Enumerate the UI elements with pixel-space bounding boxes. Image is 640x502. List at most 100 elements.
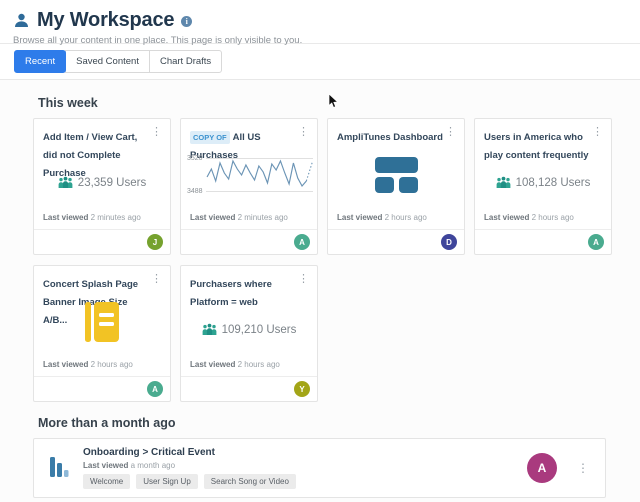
- last-viewed-label: Last viewed: [43, 360, 88, 369]
- content-card[interactable]: Users in America who play content freque…: [474, 118, 612, 255]
- card-footer: Y: [181, 376, 317, 401]
- card-title-line: Purchasers where Platform = web: [190, 274, 310, 310]
- tab-saved-content[interactable]: Saved Content: [65, 50, 150, 73]
- last-viewed-label: Last viewed: [190, 213, 235, 222]
- notebook-icon: [83, 300, 121, 344]
- y-min-label: 3488: [187, 188, 203, 195]
- users-group-icon: [202, 323, 217, 336]
- avatar: A: [294, 234, 310, 250]
- card-title: Add Item / View Cart, did not Complete P…: [43, 132, 137, 179]
- last-viewed-time: 2 minutes ago: [91, 213, 141, 222]
- tag-list: WelcomeUser Sign UpSearch Song or Video: [83, 474, 519, 489]
- card-preview: [34, 300, 170, 349]
- copy-of-badge: COPY OF: [190, 131, 230, 144]
- content-card[interactable]: COPY OFAll US Purchases ⋮ 35203488 Last …: [180, 118, 318, 255]
- content-card[interactable]: Purchasers where Platform = web ⋮ 109,21…: [180, 265, 318, 402]
- avatar: D: [441, 234, 457, 250]
- card-footer: A: [181, 229, 317, 254]
- tag-pill: User Sign Up: [136, 474, 198, 489]
- last-viewed-time: 2 hours ago: [385, 213, 427, 222]
- card-title: Purchasers where Platform = web: [190, 279, 272, 308]
- stat-value: 108,128 Users: [516, 177, 591, 189]
- card-last-viewed: Last viewed 2 hours ago: [43, 360, 133, 369]
- card-preview: 23,359 Users: [34, 176, 170, 189]
- funnel-chart-icon: [50, 457, 69, 480]
- content-card[interactable]: Concert Splash Page Banner Image Size A/…: [33, 265, 171, 402]
- page-title: My Workspace: [37, 9, 174, 32]
- card-last-viewed: Last viewed 2 hours ago: [337, 213, 427, 222]
- avatar: A: [588, 234, 604, 250]
- list-item-last-viewed: Last viewed a month ago: [83, 461, 519, 470]
- card-preview: 109,210 Users: [181, 323, 317, 336]
- card-title-line: Add Item / View Cart, did not Complete P…: [43, 127, 163, 181]
- section-heading-older: More than a month ago: [38, 416, 640, 430]
- content-card[interactable]: Add Item / View Cart, did not Complete P…: [33, 118, 171, 255]
- users-group-icon: [496, 176, 511, 189]
- last-viewed-label: Last viewed: [484, 213, 529, 222]
- card-body: AmpliTunes Dashboard ⋮ Last viewed 2 hou…: [328, 119, 464, 229]
- card-title: AmpliTunes Dashboard: [337, 132, 443, 143]
- card-body: Add Item / View Cart, did not Complete P…: [34, 119, 170, 229]
- users-group-icon: [58, 176, 73, 189]
- kebab-menu-icon[interactable]: ⋮: [589, 126, 606, 139]
- card-title-line: AmpliTunes Dashboard: [337, 127, 457, 145]
- kebab-menu-icon[interactable]: ⋮: [442, 126, 459, 139]
- card-body: Concert Splash Page Banner Image Size A/…: [34, 266, 170, 376]
- avatar: A: [527, 453, 557, 483]
- list-item-title: Onboarding > Critical Event: [83, 447, 519, 458]
- card-preview: 3520 3488: [181, 155, 317, 195]
- last-viewed-label: Last viewed: [43, 213, 88, 222]
- y-max-label: 3520: [187, 155, 203, 162]
- card-body: Users in America who play content freque…: [475, 119, 611, 229]
- stat-value: 23,359 Users: [78, 177, 146, 189]
- avatar: J: [147, 234, 163, 250]
- card-footer: A: [34, 376, 170, 401]
- tab-group: Recent Saved Content Chart Drafts: [14, 50, 222, 73]
- tab-bar: Recent Saved Content Chart Drafts: [0, 44, 640, 80]
- users-stat: 23,359 Users: [34, 176, 170, 189]
- card-body: COPY OFAll US Purchases ⋮ 35203488 Last …: [181, 119, 317, 229]
- main-content: This week Add Item / View Cart, did not …: [0, 80, 640, 502]
- list-item-text: Onboarding > Critical Event Last viewed …: [83, 447, 519, 489]
- mouse-cursor: [328, 93, 339, 114]
- list-item[interactable]: Onboarding > Critical Event Last viewed …: [33, 438, 606, 498]
- last-viewed-time: a month ago: [131, 461, 175, 470]
- dashboard-tiles-icon: [373, 155, 420, 195]
- card-preview: 108,128 Users: [475, 176, 611, 189]
- section-heading-this-week: This week: [38, 96, 640, 110]
- last-viewed-time: 2 hours ago: [238, 360, 280, 369]
- tab-recent[interactable]: Recent: [14, 50, 66, 73]
- page-header: My Workspace i Browse all your content i…: [0, 0, 640, 44]
- card-footer: J: [34, 229, 170, 254]
- last-viewed-time: 2 hours ago: [91, 360, 133, 369]
- tag-pill: Search Song or Video: [204, 474, 296, 489]
- kebab-menu-icon[interactable]: ⋮: [295, 273, 312, 286]
- avatar: Y: [294, 381, 310, 397]
- content-card[interactable]: AmpliTunes Dashboard ⋮ Last viewed 2 hou…: [327, 118, 465, 255]
- card-last-viewed: Last viewed 2 hours ago: [484, 213, 574, 222]
- last-viewed-time: 2 minutes ago: [238, 213, 288, 222]
- sparkline-chart: 3520 3488: [181, 155, 317, 195]
- line-chart: [206, 155, 313, 195]
- card-last-viewed: Last viewed 2 hours ago: [190, 360, 280, 369]
- card-title-line: Users in America who play content freque…: [484, 127, 604, 163]
- card-preview: [328, 155, 464, 200]
- avatar: A: [147, 381, 163, 397]
- kebab-menu-icon[interactable]: ⋮: [573, 459, 593, 477]
- last-viewed-time: 2 hours ago: [532, 213, 574, 222]
- card-footer: A: [475, 229, 611, 254]
- person-icon: [13, 12, 30, 29]
- this-week-card-grid: Add Item / View Cart, did not Complete P…: [33, 118, 615, 402]
- chart-y-axis: 3520 3488: [187, 155, 206, 195]
- users-stat: 108,128 Users: [475, 176, 611, 189]
- last-viewed-label: Last viewed: [190, 360, 235, 369]
- last-viewed-label: Last viewed: [337, 213, 382, 222]
- card-title: Users in America who play content freque…: [484, 132, 589, 161]
- kebab-menu-icon[interactable]: ⋮: [148, 126, 165, 139]
- tab-chart-drafts[interactable]: Chart Drafts: [149, 50, 222, 73]
- kebab-menu-icon[interactable]: ⋮: [148, 273, 165, 286]
- card-body: Purchasers where Platform = web ⋮ 109,21…: [181, 266, 317, 376]
- kebab-menu-icon[interactable]: ⋮: [295, 126, 312, 139]
- info-icon[interactable]: i: [181, 16, 192, 27]
- last-viewed-label: Last viewed: [83, 461, 128, 470]
